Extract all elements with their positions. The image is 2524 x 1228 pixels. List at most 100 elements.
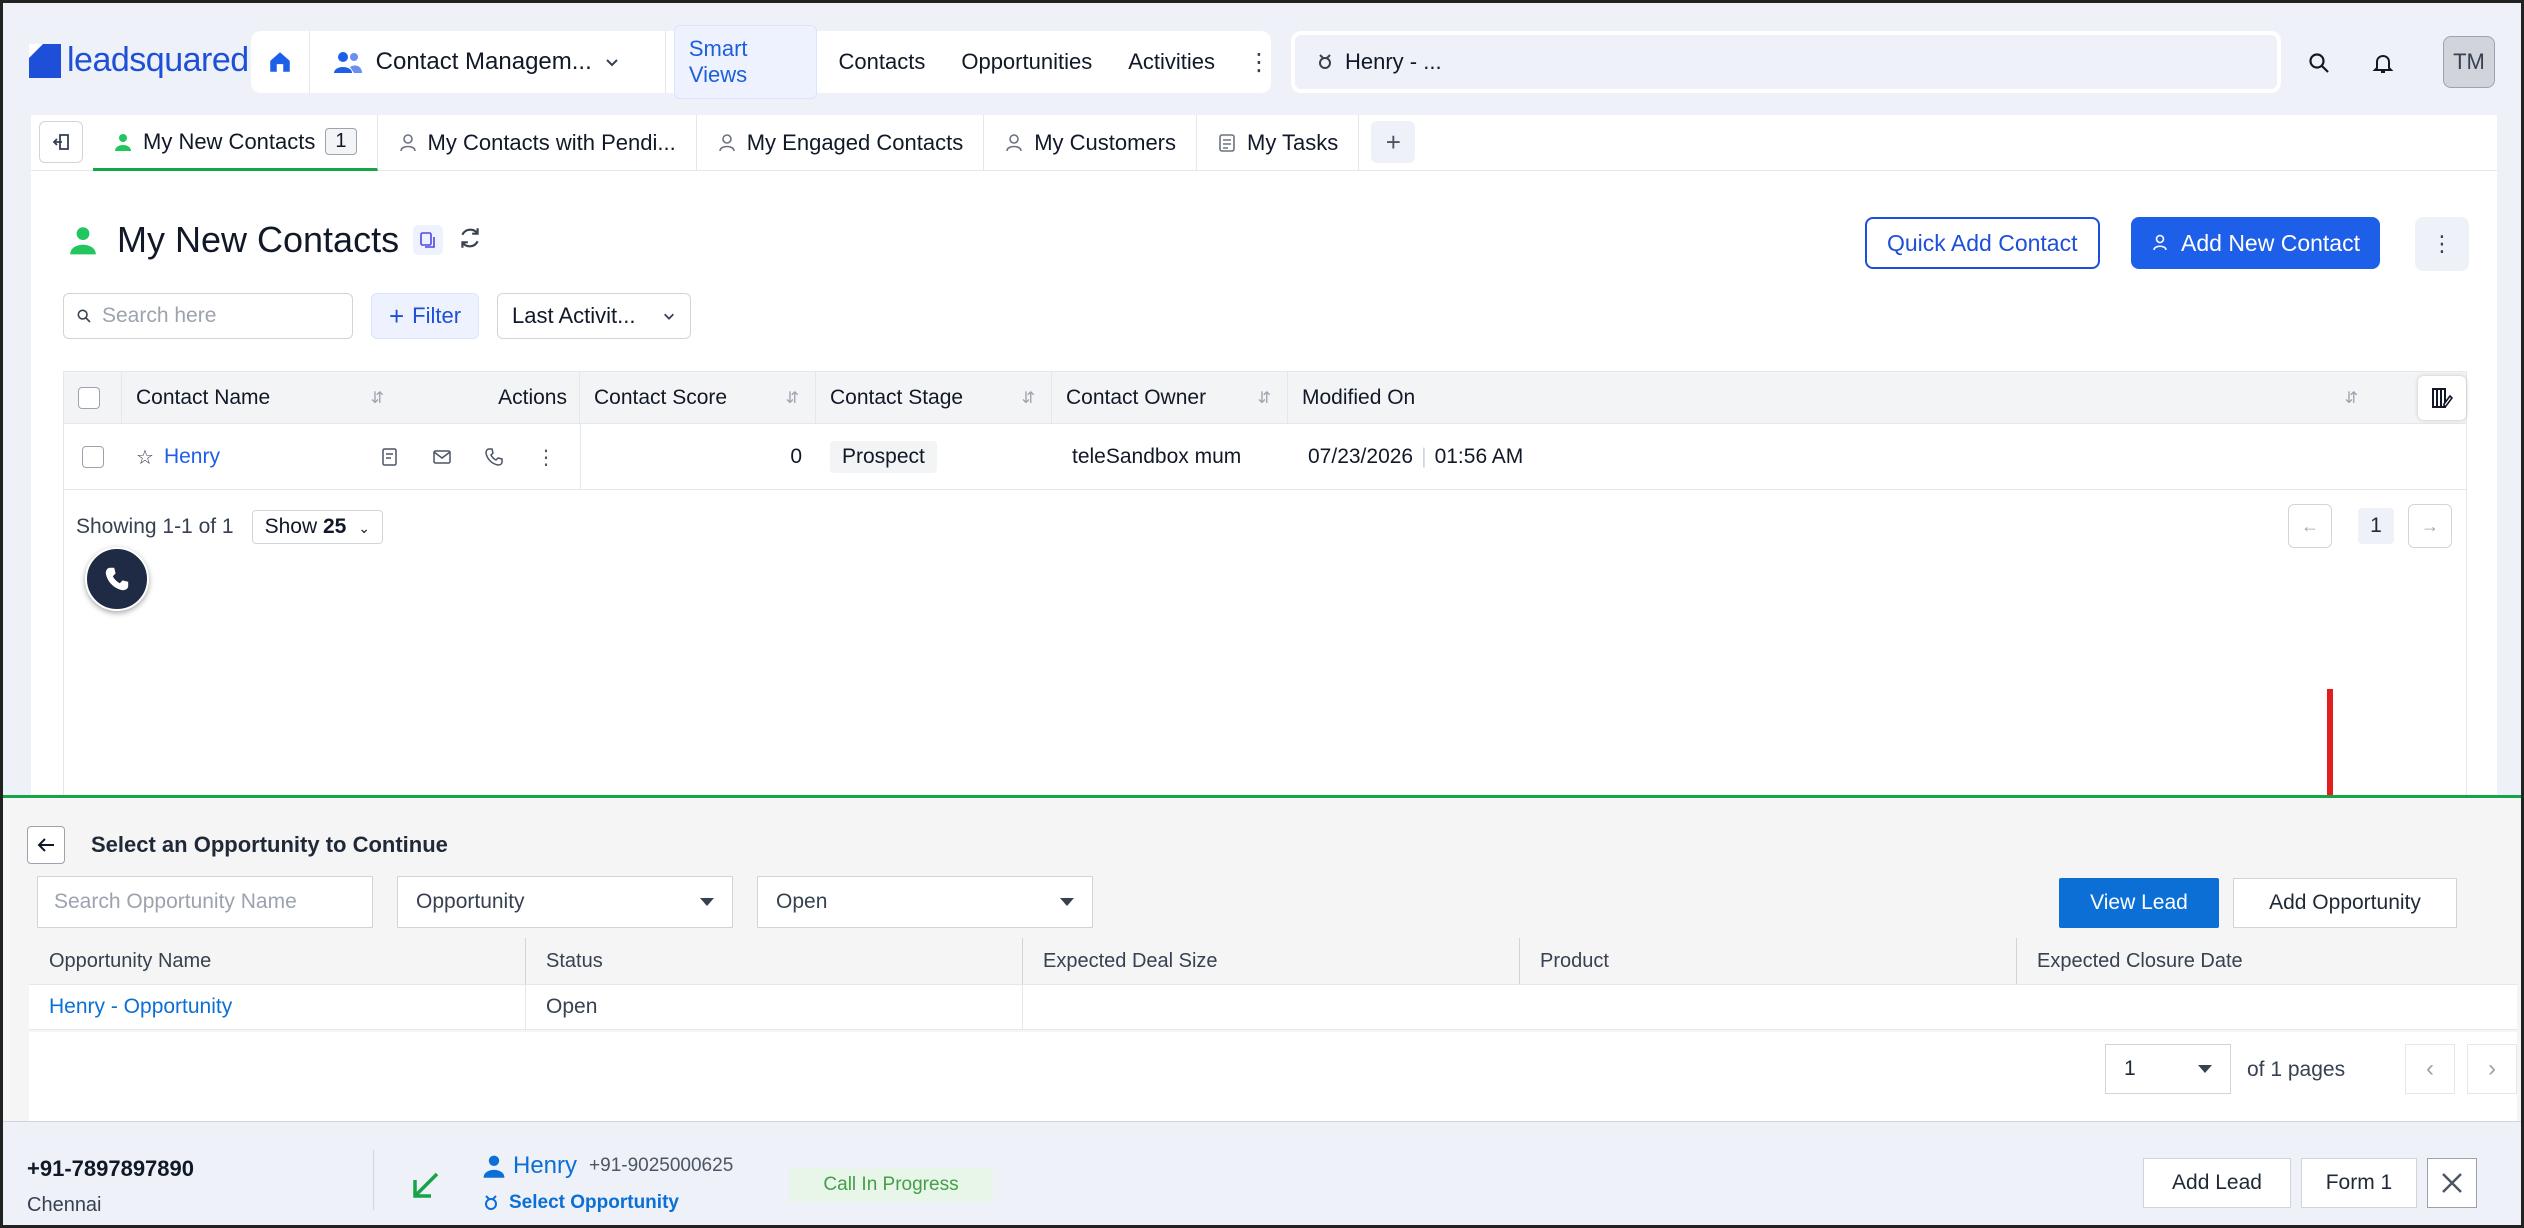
tab-my-new-contacts[interactable]: My New Contacts 1 (93, 115, 378, 171)
current-page[interactable]: 1 (2358, 508, 2394, 544)
notes-icon[interactable] (380, 447, 400, 467)
show-label: Show (264, 515, 318, 538)
opportunity-type-select[interactable]: Opportunity (397, 876, 733, 928)
column-header-status: Status (526, 938, 1023, 984)
row-actions: ⋮ (380, 424, 556, 490)
add-lead-button[interactable]: Add Lead (2143, 1158, 2291, 1208)
global-search-text: Henry - ... (1345, 49, 1442, 74)
logo[interactable]: leadsquared (29, 41, 249, 80)
column-header-product: Product (1520, 938, 2017, 984)
opportunity-pagination: 1 of 1 pages ‹ › (29, 1032, 2517, 1124)
row-checkbox[interactable] (82, 446, 104, 468)
opportunity-search-input[interactable]: Search Opportunity Name (37, 876, 373, 928)
opportunity-name-link[interactable]: Henry - Opportunity (29, 985, 526, 1029)
form-button[interactable]: Form 1 (2301, 1158, 2417, 1208)
prev-page-button[interactable]: ‹ (2405, 1044, 2455, 1094)
incoming-call-icon (413, 1172, 439, 1198)
next-page-button[interactable]: › (2467, 1044, 2517, 1094)
quick-add-contact-button[interactable]: Quick Add Contact (1865, 217, 2100, 269)
view-lead-button[interactable]: View Lead (2059, 878, 2219, 928)
nav-more-icon[interactable]: ⋮ (1247, 48, 1271, 77)
caller-city: Chennai (27, 1194, 102, 1216)
add-new-contact-button[interactable]: Add New Contact (2131, 217, 2380, 269)
column-header-expected-deal-size: Expected Deal Size (1023, 938, 1520, 984)
arrow-left-icon: ← (2301, 515, 2319, 536)
contact-name-link[interactable]: Henry (164, 445, 220, 469)
prev-page-button[interactable]: ← (2288, 504, 2332, 548)
filter-label: Filter (412, 303, 462, 328)
page-size-dropdown[interactable]: Show 25 ⌄ (251, 510, 383, 544)
avatar[interactable]: TM (2443, 36, 2495, 88)
top-navigation: leadsquared Contact Managem... Smart Vie… (3, 3, 2521, 115)
global-search[interactable]: Henry - ... (1291, 31, 2281, 93)
user-outline-icon (718, 134, 735, 152)
logo-mark-icon (29, 43, 61, 78)
sort-icon[interactable]: ⇵ (2345, 388, 2358, 408)
add-opportunity-button[interactable]: Add Opportunity (2233, 878, 2457, 928)
nav-tab-opportunities[interactable]: Opportunities (947, 39, 1106, 85)
select-opportunity-link[interactable]: Select Opportunity (481, 1192, 679, 1214)
filter-button[interactable]: + Filter (371, 293, 479, 339)
column-settings-button[interactable] (2418, 376, 2466, 420)
opportunity-search-placeholder: Search Opportunity Name (54, 890, 297, 913)
search-button[interactable] (2299, 43, 2339, 83)
search-icon (77, 309, 91, 323)
table-row[interactable]: Henry - Opportunity Open (29, 984, 2517, 1030)
call-contact-name[interactable]: Henry (513, 1152, 577, 1180)
add-tab-button[interactable]: + (1371, 121, 1416, 163)
tab-label: My Tasks (1247, 130, 1339, 155)
home-button[interactable] (251, 31, 310, 93)
view-details-button[interactable] (413, 225, 444, 255)
sort-icon[interactable]: ⇵ (1022, 388, 1035, 408)
back-button[interactable] (27, 826, 65, 864)
nav-tab-activities[interactable]: Activities (1114, 39, 1229, 85)
collapse-tabs-button[interactable] (39, 121, 83, 163)
contact-name-cell: ☆ Henry (136, 424, 220, 490)
opportunity-status-select[interactable]: Open (757, 876, 1093, 928)
column-header-contact-owner[interactable]: Contact Owner ⇵ (1052, 372, 1288, 424)
kebab-icon: ⋮ (2431, 231, 2453, 256)
select-all-checkbox[interactable] (78, 387, 100, 409)
row-more-icon[interactable]: ⋮ (536, 445, 556, 470)
showing-text: Showing 1-1 of 1 (76, 515, 234, 538)
sort-icon[interactable]: ⇵ (786, 388, 799, 408)
panel-title: Select an Opportunity to Continue (91, 832, 448, 857)
tab-my-contacts-with-pending[interactable]: My Contacts with Pendi... (378, 115, 697, 171)
contact-score-cell: 0 (580, 424, 816, 490)
search-placeholder: Search here (102, 304, 217, 327)
close-icon (2442, 1173, 2462, 1193)
contact-owner-cell: teleSandbox mum (1072, 445, 1242, 468)
user-icon (483, 1155, 505, 1178)
column-edit-icon (2432, 388, 2454, 408)
star-icon[interactable]: ☆ (136, 445, 154, 470)
page-select[interactable]: 1 (2105, 1044, 2231, 1094)
refresh-button[interactable] (457, 225, 483, 256)
phone-icon[interactable] (484, 447, 504, 467)
tab-my-tasks[interactable]: My Tasks (1197, 115, 1360, 171)
sort-icon[interactable]: ⇵ (1258, 388, 1271, 408)
opportunity-table-header: Opportunity Name Status Expected Deal Si… (29, 938, 2517, 984)
search-input[interactable]: Search here (63, 293, 353, 339)
status-badge: Prospect (830, 441, 937, 473)
user-outline-icon (399, 134, 416, 152)
column-header-contact-score[interactable]: Contact Score ⇵ (580, 372, 816, 424)
column-header-modified-on[interactable]: Modified On ⇵ (1288, 372, 2418, 424)
nav-tab-contacts[interactable]: Contacts (825, 39, 940, 85)
notifications-button[interactable] (2363, 43, 2403, 83)
email-icon[interactable] (432, 447, 452, 467)
caret-down-icon (2198, 1065, 2212, 1073)
search-icon (2309, 53, 2329, 73)
app-switcher[interactable]: Contact Managem... (310, 31, 666, 93)
close-call-bar-button[interactable] (2427, 1158, 2477, 1208)
nav-tab-smart-views[interactable]: Smart Views (673, 25, 817, 99)
dialer-button[interactable] (85, 547, 149, 611)
opportunity-icon (485, 1195, 497, 1210)
tab-my-customers[interactable]: My Customers (984, 115, 1197, 171)
call-contact: Henry +91-9025000625 (481, 1152, 733, 1180)
more-actions-button[interactable]: ⋮ (2415, 217, 2469, 271)
column-header-contact-stage[interactable]: Contact Stage ⇵ (816, 372, 1052, 424)
sort-dropdown[interactable]: Last Activit... (497, 293, 691, 339)
next-page-button[interactable]: → (2408, 504, 2452, 548)
tab-my-engaged-contacts[interactable]: My Engaged Contacts (697, 115, 985, 171)
column-label: Contact Owner (1066, 386, 1207, 409)
